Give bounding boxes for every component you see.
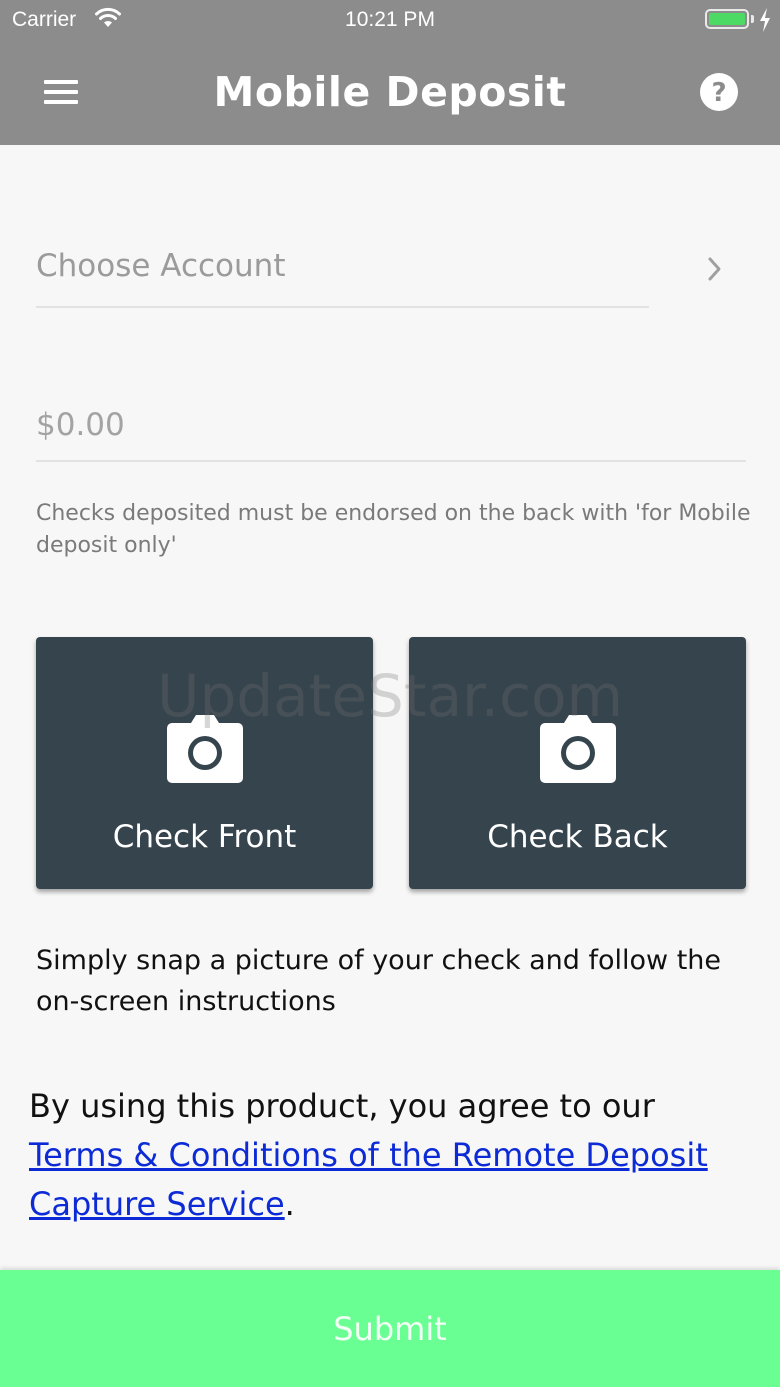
terms-link[interactable]: Terms & Conditions of the Remote Deposit… [29, 1136, 708, 1223]
check-front-button[interactable]: Check Front [36, 637, 373, 889]
terms-prefix: By using this product, you agree to our [29, 1087, 655, 1125]
clock: 10:21 PM [345, 8, 435, 31]
chevron-right-icon [708, 257, 721, 281]
check-front-label: Check Front [112, 819, 297, 855]
nav-bar: Mobile Deposit ? [0, 40, 780, 145]
svg-text:?: ? [711, 78, 726, 108]
charging-bolt-icon [760, 8, 770, 32]
check-back-button[interactable]: Check Back [409, 637, 746, 889]
battery-tip [751, 15, 754, 23]
status-bar: Carrier 10:21 PM [0, 0, 780, 40]
camera-icon [167, 715, 243, 783]
check-back-label: Check Back [487, 819, 668, 855]
battery-icon [705, 9, 749, 29]
terms-notice: By using this product, you agree to our … [29, 1082, 759, 1229]
amount-input[interactable] [36, 390, 746, 462]
choose-account-selector[interactable]: Choose Account [36, 232, 746, 308]
question-circle-icon[interactable]: ? [699, 72, 739, 112]
account-divider [36, 306, 649, 308]
capture-instructions: Simply snap a picture of your check and … [36, 945, 722, 1017]
submit-button[interactable]: Submit [0, 1270, 780, 1387]
choose-account-label: Choose Account [36, 248, 286, 284]
page-title: Mobile Deposit [213, 68, 567, 116]
endorsement-note: Checks deposited must be endorsed on the… [36, 501, 751, 558]
camera-icon [540, 715, 616, 783]
terms-suffix: . [284, 1185, 295, 1223]
